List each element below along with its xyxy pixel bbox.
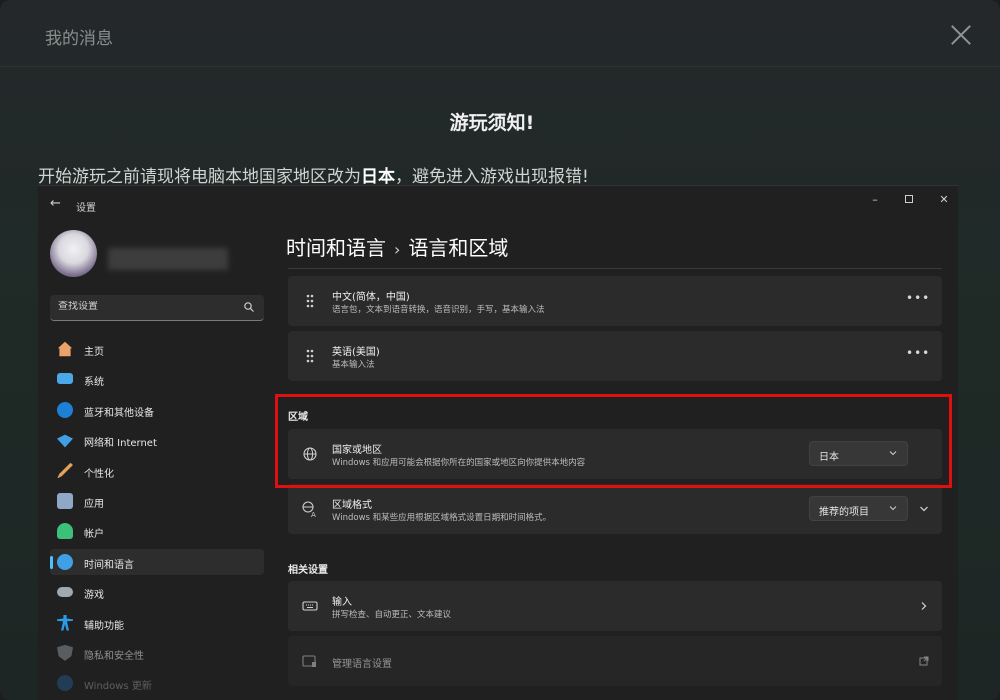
title-bar: ← 设置 – ✕: [38, 186, 958, 216]
monitor-icon: [57, 373, 73, 385]
maximize-icon[interactable]: [897, 191, 921, 209]
manage-language-settings-card[interactable]: 管理语言设置: [288, 636, 942, 686]
account-icon: [57, 523, 73, 540]
notice-country: 日本: [361, 167, 395, 187]
red-highlight-box: [275, 394, 952, 488]
clock-globe-icon: [57, 553, 73, 570]
sidebar-item-accounts[interactable]: 帐户: [50, 518, 264, 544]
language-card-chinese[interactable]: 中文(简体，中国) 语言包，文本到语音转换，语音识别，手写，基本输入法 •••: [288, 276, 942, 326]
sidebar-item-time-language[interactable]: 时间和语言: [50, 548, 264, 575]
search-input[interactable]: [58, 301, 228, 312]
page-title: 语言和区域: [408, 236, 509, 260]
keyboard-icon: [302, 601, 318, 611]
sidebar-item-apps[interactable]: 应用: [50, 488, 264, 514]
sidebar-item-network[interactable]: 网络和 Internet: [50, 427, 264, 453]
notice-text: 开始游玩之前请现将电脑本地国家地区改为日本，避免进入游戏出现报错!: [38, 162, 589, 187]
sidebar-item-accessibility[interactable]: 辅助功能: [50, 610, 264, 636]
sidebar-item-privacy[interactable]: 隐私和安全性: [50, 640, 264, 666]
related-settings-label: 相关设置: [288, 565, 328, 576]
home-icon: [57, 341, 73, 357]
sidebar-item-personalization[interactable]: 个性化: [50, 458, 264, 484]
sidebar-item-label: 系统: [84, 377, 104, 389]
apps-icon: [57, 492, 73, 509]
regional-format-icon: A: [302, 501, 316, 518]
sidebar-item-label: 个性化: [84, 468, 114, 480]
sidebar-item-label: 游戏: [84, 590, 104, 602]
sidebar-item-label: 网络和 Internet: [84, 438, 157, 450]
modal-title: 我的消息: [45, 29, 113, 49]
sidebar-item-bluetooth[interactable]: 蓝牙和其他设备: [50, 397, 264, 423]
more-options-icon[interactable]: •••: [906, 291, 930, 305]
svg-text:A: A: [311, 511, 316, 518]
sidebar-item-label: Windows 更新: [84, 681, 152, 693]
external-link-icon[interactable]: [919, 656, 929, 666]
drag-handle-icon[interactable]: [301, 347, 319, 365]
sidebar-item-label: 隐私和安全性: [84, 650, 144, 662]
sidebar-item-label: 辅助功能: [84, 620, 124, 632]
brush-icon: [57, 462, 73, 479]
search-icon[interactable]: [243, 301, 255, 313]
notice-suffix: ，避免进入游戏出现报错!: [395, 167, 589, 187]
regional-format-value: 推荐的项目: [819, 507, 869, 518]
search-box[interactable]: [50, 295, 264, 321]
regional-format-card[interactable]: A 区域格式 Windows 和某些应用根据区域格式设置日期和时间格式。 推荐的…: [288, 484, 942, 534]
input-title: 输入: [332, 597, 352, 608]
sidebar-nav: 主页 系统 蓝牙和其他设备 网络和 Internet 个性化 应用 帐户 时间和…: [50, 336, 264, 700]
language-name: 英语(美国): [332, 347, 380, 358]
language-name: 中文(简体，中国): [332, 292, 410, 303]
regional-format-desc: Windows 和某些应用根据区域格式设置日期和时间格式。: [332, 513, 552, 523]
sidebar-item-system[interactable]: 系统: [50, 366, 264, 392]
notice-prefix: 开始游玩之前请现将电脑本地国家地区改为: [38, 167, 361, 187]
more-options-icon[interactable]: •••: [906, 346, 930, 360]
drag-handle-icon[interactable]: [301, 292, 319, 310]
regional-format-title: 区域格式: [332, 500, 372, 511]
wifi-icon: [57, 434, 73, 448]
input-settings-card[interactable]: 输入 拼写检查、自动更正、文本建议: [288, 581, 942, 631]
close-icon[interactable]: [946, 20, 976, 50]
sidebar-item-windows-update[interactable]: Windows 更新: [50, 670, 264, 696]
blurred-username: [108, 248, 228, 270]
back-arrow-icon[interactable]: ←: [50, 196, 61, 211]
avatar[interactable]: [50, 230, 97, 277]
admin-settings-icon: [302, 655, 316, 667]
sidebar-item-gaming[interactable]: 游戏: [50, 579, 264, 605]
minimize-icon[interactable]: –: [863, 191, 887, 209]
sidebar-item-label: 主页: [84, 347, 104, 358]
regional-format-dropdown[interactable]: 推荐的项目: [809, 496, 908, 521]
sidebar-item-label: 帐户: [84, 529, 104, 541]
sidebar-item-label: 蓝牙和其他设备: [84, 407, 154, 419]
sidebar-item-label: 应用: [84, 498, 104, 510]
bluetooth-icon: [57, 401, 73, 418]
accessibility-icon: [57, 614, 73, 631]
window-close-icon[interactable]: ✕: [932, 191, 956, 209]
sidebar-item-home[interactable]: 主页: [50, 336, 264, 362]
message-modal: 我的消息 游玩须知! 开始游玩之前请现将电脑本地国家地区改为日本，避免进入游戏出…: [0, 0, 1000, 700]
chevron-right-icon[interactable]: [919, 601, 929, 611]
language-desc: 基本输入法: [332, 360, 375, 370]
modal-header: 我的消息: [0, 0, 1000, 67]
language-card-english[interactable]: 英语(美国) 基本输入法 •••: [288, 331, 942, 381]
expand-chevron-icon[interactable]: [919, 504, 929, 514]
notice-heading: 游玩须知!: [449, 112, 535, 134]
input-desc: 拼写检查、自动更正、文本建议: [332, 610, 452, 620]
breadcrumb: 时间和语言 › 语言和区域: [286, 232, 508, 261]
manage-language-title: 管理语言设置: [332, 659, 392, 670]
update-icon: [57, 675, 73, 692]
breadcrumb-separator: ›: [394, 240, 401, 259]
divider: [288, 268, 942, 269]
language-desc: 语言包，文本到语音转换，语音识别，手写，基本输入法: [332, 305, 545, 315]
breadcrumb-parent[interactable]: 时间和语言: [286, 236, 386, 260]
window-title: 设置: [76, 203, 96, 214]
gamepad-icon: [57, 587, 73, 598]
shield-icon: [57, 644, 73, 661]
chevron-down-icon: [889, 506, 897, 511]
sidebar-item-label: 时间和语言: [84, 559, 134, 571]
